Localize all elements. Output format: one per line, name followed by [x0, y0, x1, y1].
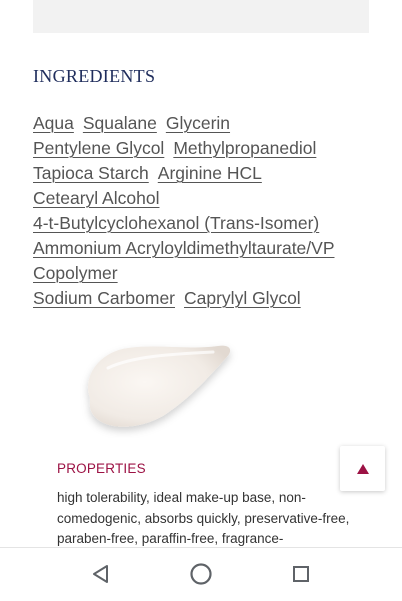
properties-heading: PROPERTIES: [57, 461, 146, 476]
ingredients-line: Tapioca Starch Arginine HCL: [33, 161, 383, 186]
ingredient-link[interactable]: Tapioca Starch: [33, 163, 149, 183]
ingredients-line: 4-t-Butylcyclohexanol (Trans-Isomer): [33, 211, 383, 236]
ingredient-link[interactable]: Aqua: [33, 113, 74, 133]
back-triangle-icon[interactable]: [88, 561, 114, 587]
ingredient-link[interactable]: Arginine HCL: [158, 163, 262, 183]
triangle-up-icon: [356, 463, 369, 474]
top-content-box: [33, 0, 369, 33]
ingredients-line: Pentylene Glycol Methylpropanediol: [33, 136, 383, 161]
ingredient-link[interactable]: Glycerin: [166, 113, 230, 133]
ingredient-link[interactable]: Ammonium Acryloyldimethyltaurate/VP: [33, 238, 335, 258]
properties-description: high tolerability, ideal make-up base, n…: [57, 490, 350, 546]
scroll-to-top-button[interactable]: [340, 446, 385, 491]
ingredient-link[interactable]: Pentylene Glycol: [33, 138, 164, 158]
home-circle-icon[interactable]: [188, 561, 214, 587]
ingredients-line: Cetearyl Alcohol: [33, 186, 383, 211]
ingredient-link[interactable]: Methylpropanediol: [173, 138, 316, 158]
ingredients-line: Aqua Squalane Glycerin: [33, 111, 383, 136]
ingredient-link[interactable]: Caprylyl Glycol: [184, 288, 301, 308]
ingredients-line: Ammonium Acryloyldimethyltaurate/VP: [33, 236, 383, 261]
system-navigation-bar: [0, 547, 402, 601]
ingredient-link[interactable]: 4-t-Butylcyclohexanol (Trans-Isomer): [33, 213, 319, 233]
cream-texture-image: [87, 345, 231, 427]
ingredients-heading: INGREDIENTS: [33, 66, 156, 86]
ingredients-line: Sodium Carbomer Caprylyl Glycol: [33, 286, 383, 311]
ingredient-link[interactable]: Cetearyl Alcohol: [33, 188, 159, 208]
ingredient-link[interactable]: Sodium Carbomer: [33, 288, 175, 308]
recents-square-icon[interactable]: [288, 561, 314, 587]
ingredient-link[interactable]: Copolymer: [33, 263, 118, 283]
ingredient-link[interactable]: Squalane: [83, 113, 157, 133]
ingredients-line: Copolymer: [33, 261, 383, 286]
ingredients-list: Aqua Squalane Glycerin Pentylene Glycol Meth…: [33, 111, 383, 311]
